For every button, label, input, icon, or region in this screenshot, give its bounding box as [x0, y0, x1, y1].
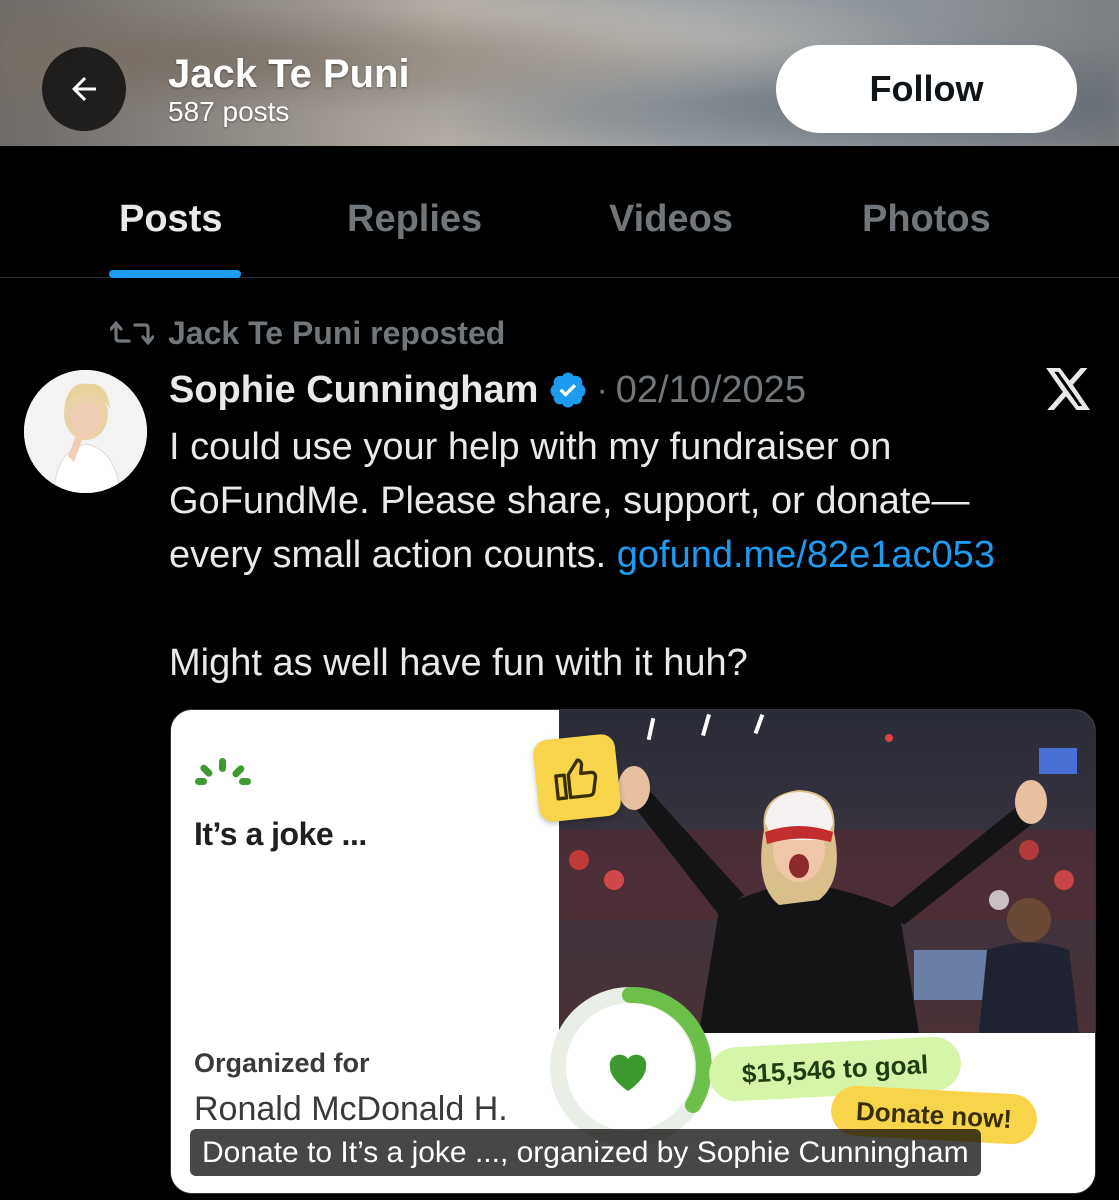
repost-indicator[interactable]: Jack Te Puni reposted — [110, 313, 505, 353]
profile-tabs: Posts Replies Videos Photos — [0, 146, 1119, 278]
gofundme-logo-icon — [195, 758, 251, 785]
card-caption: Donate to It’s a joke ..., organized by … — [190, 1129, 981, 1176]
tweet-text-line: I could use your help with my fundraiser… — [169, 426, 892, 468]
organized-for-name: Ronald McDonald H. — [194, 1090, 508, 1128]
tab-replies[interactable]: Replies — [347, 198, 482, 241]
profile-name: Jack Te Puni — [168, 52, 410, 96]
fundraiser-title: It’s a joke ... — [194, 816, 367, 852]
verified-badge-icon — [550, 372, 586, 408]
tab-photos[interactable]: Photos — [862, 198, 991, 241]
tweet-text-line: every small action counts. gofund.me/82e… — [169, 528, 1109, 582]
active-tab-indicator — [109, 270, 241, 278]
thumbs-up-icon — [554, 758, 598, 801]
repost-text: Jack Te Puni reposted — [168, 314, 506, 351]
organized-for-label: Organized for — [194, 1048, 370, 1078]
gofundme-link[interactable]: gofund.me/82e1ac053 — [617, 534, 995, 576]
profile-header: Jack Te Puni 587 posts Follow — [0, 0, 1119, 146]
tweet-text-line: GoFundMe. Please share, support, or dona… — [169, 480, 970, 522]
tweet-text-fragment: every small action counts. — [169, 534, 617, 576]
heart-icon — [609, 1054, 647, 1091]
tab-videos[interactable]: Videos — [609, 198, 733, 241]
card-info-panel: It’s a joke ... Organized for Ronald McD… — [171, 710, 559, 1193]
tab-posts[interactable]: Posts — [119, 198, 222, 241]
tweet-text: I could use your help with my fundraiser… — [169, 420, 1109, 690]
avatar-portrait — [24, 370, 147, 493]
x-logo-icon — [1046, 368, 1090, 410]
tweet-text-line: Might as well have fun with it huh? — [169, 642, 748, 684]
separator-dot: · — [596, 370, 608, 409]
author-name[interactable]: Sophie Cunningham — [169, 369, 538, 412]
thumbs-up-badge — [531, 732, 623, 824]
back-arrow-icon — [72, 77, 96, 101]
post-count: 587 posts — [168, 96, 290, 127]
author-avatar[interactable] — [24, 370, 147, 493]
repost-icon — [110, 321, 154, 345]
follow-button[interactable]: Follow — [776, 45, 1077, 133]
back-button[interactable] — [42, 47, 126, 131]
link-preview-card[interactable]: It’s a joke ... Organized for Ronald McD… — [170, 709, 1096, 1194]
tweet-header: Sophie Cunningham · 02/10/2025 — [169, 365, 806, 415]
post-date[interactable]: 02/10/2025 — [616, 369, 806, 412]
